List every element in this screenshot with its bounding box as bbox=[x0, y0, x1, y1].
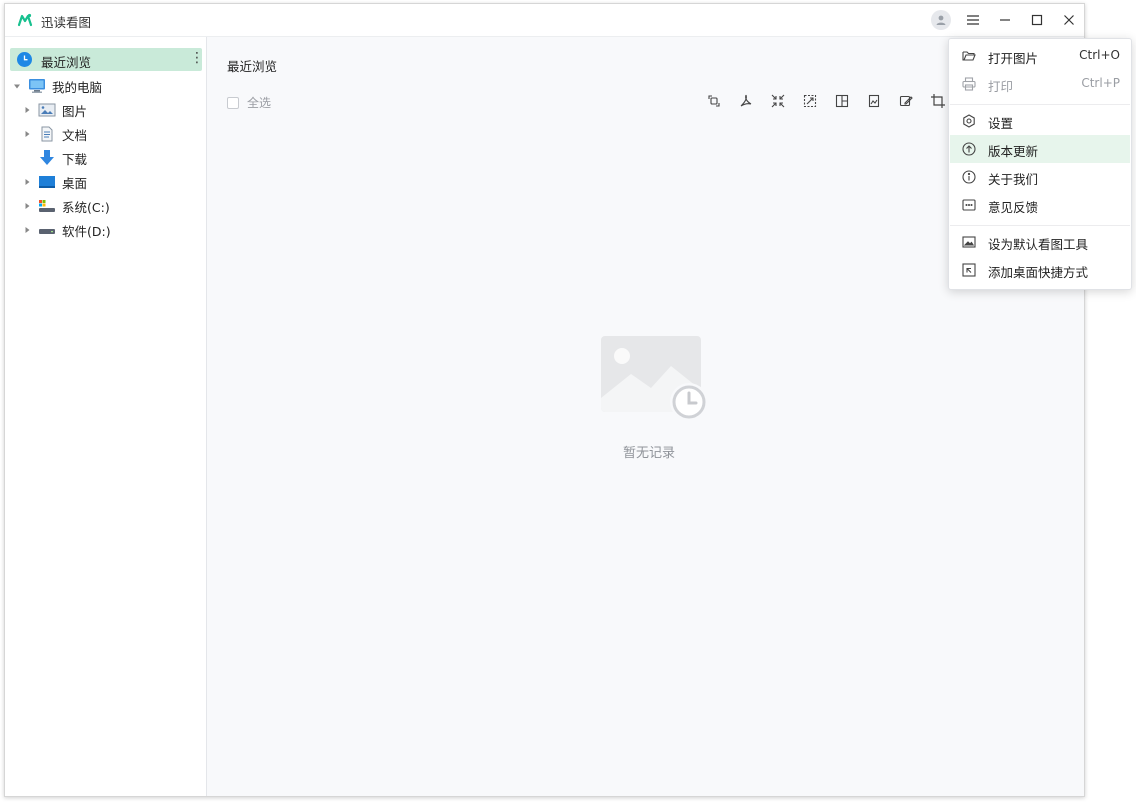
crop-icon[interactable] bbox=[929, 92, 947, 110]
title-bar: 迅读看图 bbox=[5, 4, 1084, 37]
close-icon[interactable] bbox=[1057, 8, 1081, 32]
edit-icon[interactable] bbox=[897, 92, 915, 110]
shortcut-icon bbox=[962, 263, 976, 277]
printer-icon bbox=[962, 77, 976, 91]
desktop-icon bbox=[38, 175, 56, 189]
menu-item-label: 打印 bbox=[988, 79, 1014, 94]
system-drive-icon bbox=[38, 199, 56, 213]
menu-separator bbox=[950, 104, 1130, 105]
drive-icon bbox=[38, 223, 56, 237]
pictures-folder-icon bbox=[38, 103, 56, 117]
menu-item-label: 设置 bbox=[988, 116, 1014, 131]
layout-icon[interactable] bbox=[833, 92, 851, 110]
menu-item-shortcut: Ctrl+O bbox=[1079, 48, 1120, 62]
expand-arrow-icon[interactable] bbox=[12, 81, 22, 91]
tree-item-my-computer[interactable]: 我的电脑 bbox=[12, 75, 102, 97]
menu-item-feedback[interactable]: 意见反馈 bbox=[950, 191, 1130, 219]
tree-item-label: 文档 bbox=[62, 127, 88, 143]
info-icon bbox=[962, 170, 976, 184]
documents-folder-icon bbox=[38, 126, 56, 142]
select-all-checkbox[interactable]: 全选 bbox=[227, 94, 271, 111]
app-window: 迅读看图 最近浏览 ⋮ 我的电脑 图片 文档 下载 桌面 系统(C:) 软件(D… bbox=[4, 3, 1085, 797]
empty-history-icon bbox=[596, 336, 708, 422]
convert-icon[interactable] bbox=[705, 92, 723, 110]
collapse-arrow-icon[interactable] bbox=[22, 105, 32, 115]
more-options-icon[interactable]: ⋮ bbox=[190, 51, 204, 67]
menu-item-label: 版本更新 bbox=[988, 144, 1039, 159]
tree-item-software-drive[interactable]: 软件(D:) bbox=[22, 219, 111, 241]
menu-item-label: 添加桌面快捷方式 bbox=[988, 265, 1089, 280]
collapse-arrow-icon[interactable] bbox=[22, 177, 32, 187]
tree-item-label: 图片 bbox=[62, 103, 88, 119]
update-arrow-icon bbox=[962, 142, 976, 156]
menu-item-desktop-shortcut[interactable]: 添加桌面快捷方式 bbox=[950, 256, 1130, 284]
minimize-icon[interactable] bbox=[993, 8, 1017, 32]
menu-item-settings[interactable]: 设置 bbox=[950, 107, 1130, 135]
hamburger-menu-icon[interactable] bbox=[961, 8, 985, 32]
menu-item-set-default[interactable]: 设为默认看图工具 bbox=[950, 228, 1130, 256]
menu-item-print[interactable]: 打印 Ctrl+P bbox=[950, 70, 1130, 98]
folder-open-icon bbox=[962, 49, 976, 63]
tree-item-pictures[interactable]: 图片 bbox=[22, 99, 87, 121]
menu-item-label: 设为默认看图工具 bbox=[988, 237, 1089, 252]
print-image-icon[interactable] bbox=[865, 92, 883, 110]
tree-item-label: 软件(D:) bbox=[62, 223, 111, 239]
checkbox-icon[interactable] bbox=[227, 96, 239, 109]
collapse-arrow-icon[interactable] bbox=[22, 225, 32, 235]
feedback-icon bbox=[962, 198, 976, 212]
menu-item-label: 打开图片 bbox=[988, 51, 1039, 66]
tree-item-downloads[interactable]: 下载 bbox=[32, 147, 87, 169]
main-menu-dropdown: 打开图片 Ctrl+O 打印 Ctrl+P 设置 版本更新 关于我们 意见反馈 … bbox=[948, 38, 1132, 290]
tree-item-documents[interactable]: 文档 bbox=[22, 123, 87, 145]
menu-item-about[interactable]: 关于我们 bbox=[950, 163, 1130, 191]
empty-state-text: 暂无记录 bbox=[622, 446, 675, 461]
breadcrumb: 最近浏览 bbox=[227, 59, 278, 74]
sidebar-item-label: 最近浏览 bbox=[41, 55, 92, 70]
menu-item-update[interactable]: 版本更新 bbox=[950, 135, 1130, 163]
user-avatar-icon[interactable] bbox=[931, 10, 951, 30]
collapse-arrow-icon[interactable] bbox=[22, 201, 32, 211]
download-arrow-icon bbox=[38, 149, 56, 167]
sidebar: 最近浏览 ⋮ 我的电脑 图片 文档 下载 桌面 系统(C:) 软件(D:) bbox=[5, 37, 207, 796]
tree-item-desktop[interactable]: 桌面 bbox=[22, 171, 87, 193]
tree-item-label: 我的电脑 bbox=[52, 79, 103, 95]
menu-item-open-image[interactable]: 打开图片 Ctrl+O bbox=[950, 42, 1130, 70]
menu-item-label: 意见反馈 bbox=[988, 200, 1039, 215]
app-logo-icon bbox=[17, 12, 33, 28]
clock-icon bbox=[17, 52, 32, 67]
tree-item-system-drive[interactable]: 系统(C:) bbox=[22, 195, 110, 217]
settings-hex-icon bbox=[962, 114, 976, 128]
tree-item-label: 下载 bbox=[62, 151, 88, 167]
menu-item-shortcut: Ctrl+P bbox=[1081, 76, 1120, 90]
menu-item-label: 关于我们 bbox=[988, 172, 1039, 187]
resize-icon[interactable] bbox=[801, 92, 819, 110]
maximize-icon[interactable] bbox=[1025, 8, 1049, 32]
collapse-arrow-icon[interactable] bbox=[22, 129, 32, 139]
compress-icon[interactable] bbox=[769, 92, 787, 110]
select-all-label: 全选 bbox=[247, 96, 272, 110]
pdf-icon[interactable] bbox=[737, 92, 755, 110]
menu-separator bbox=[950, 225, 1130, 226]
app-title: 迅读看图 bbox=[41, 15, 92, 30]
sidebar-item-recent[interactable]: 最近浏览 ⋮ bbox=[10, 48, 204, 71]
tree-item-label: 系统(C:) bbox=[62, 199, 110, 215]
computer-icon bbox=[28, 78, 46, 94]
tree-item-label: 桌面 bbox=[62, 175, 88, 191]
image-default-icon bbox=[962, 235, 976, 249]
